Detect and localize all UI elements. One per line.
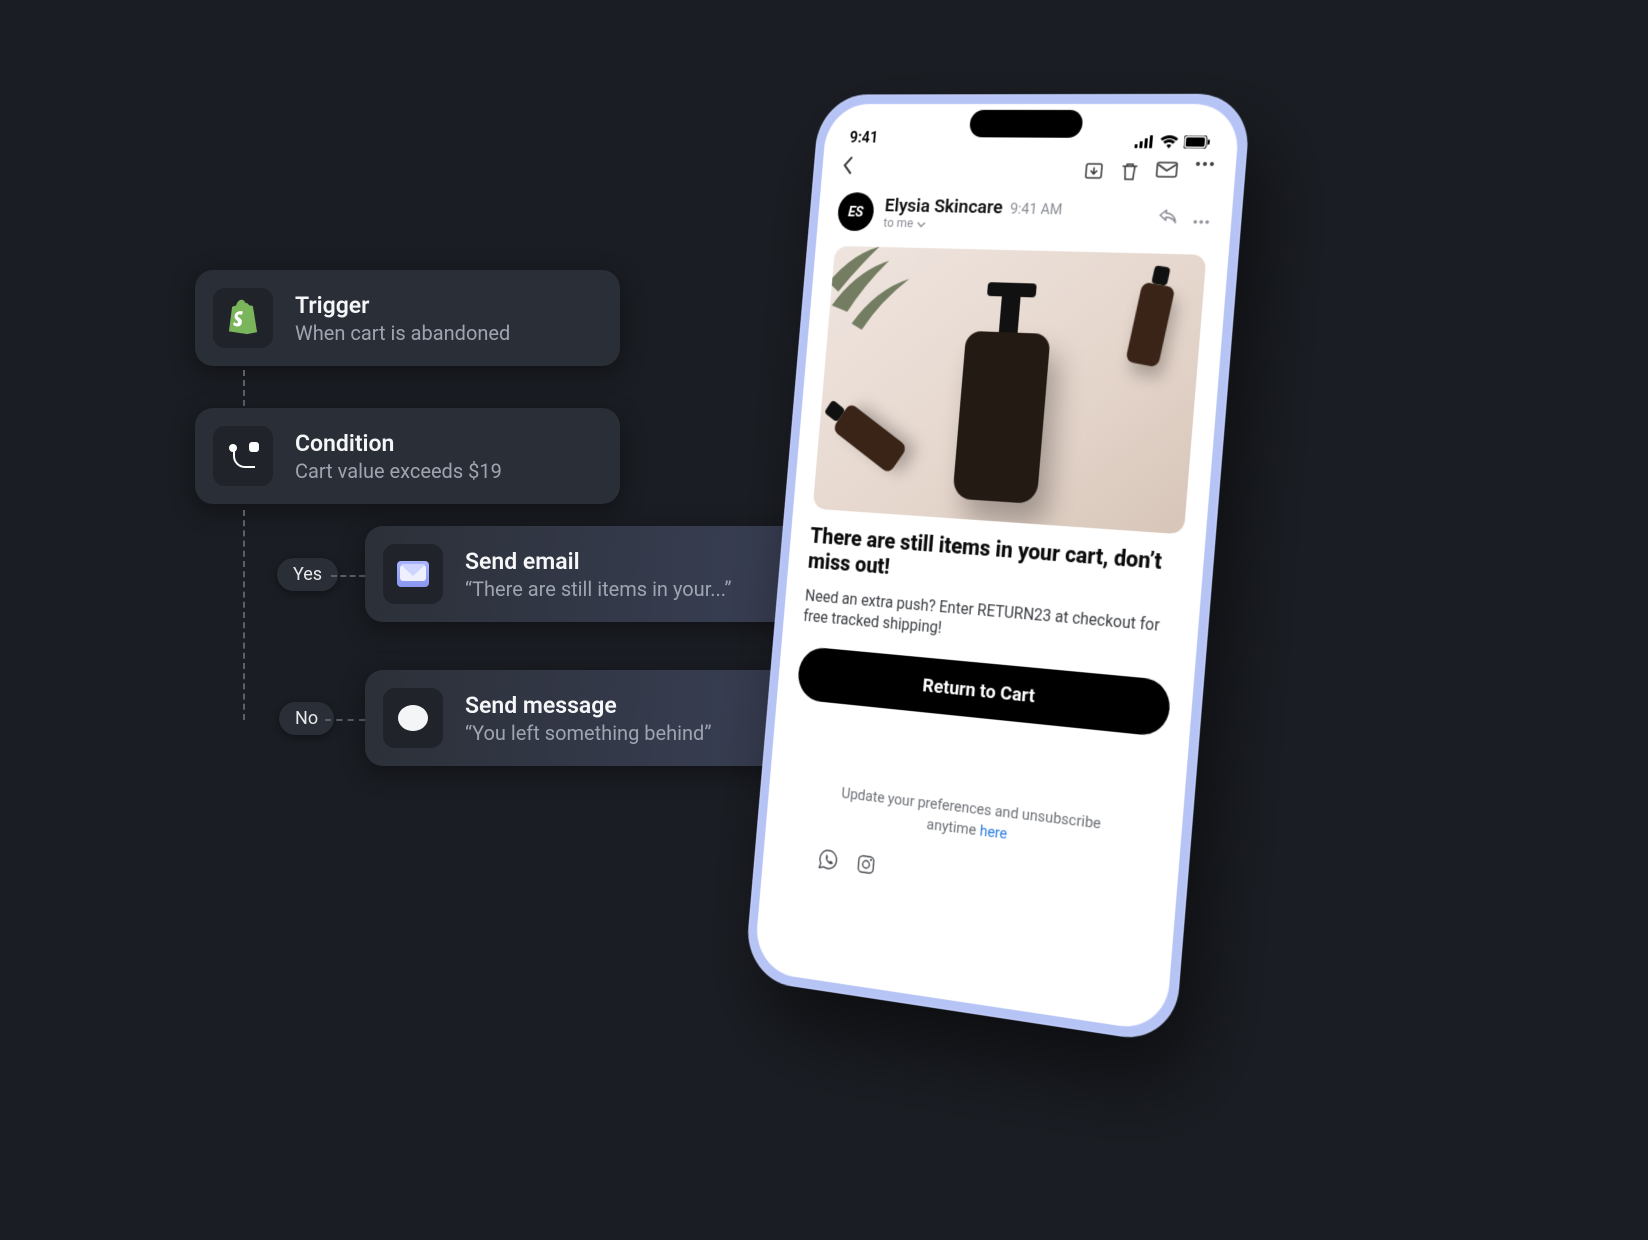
action-email-title: Send email [465, 548, 732, 575]
sender-name: Elysia Skincare [884, 194, 1004, 218]
email-body: There are still items in your cart, don’… [761, 240, 1229, 941]
product-bottle [952, 331, 1050, 504]
automation-flow: Trigger When cart is abandoned Condition… [195, 270, 620, 504]
action-message-sub: “You left something behind” [465, 721, 711, 745]
return-to-cart-button[interactable]: Return to Cart [796, 646, 1172, 737]
connector [325, 719, 365, 721]
connector [243, 510, 245, 720]
unsubscribe-link[interactable]: here [979, 821, 1008, 842]
flow-action-message-card[interactable]: Send message “You left something behind” [365, 670, 825, 766]
flow-condition-card[interactable]: Condition Cart value exceeds $19 [195, 408, 620, 504]
action-email-sub: “There are still items in your...” [465, 577, 732, 601]
branch-icon [213, 426, 273, 486]
status-icons [1134, 135, 1210, 149]
wifi-icon [1160, 135, 1179, 148]
chevron-down-icon [917, 221, 927, 227]
sender-time: 9:41 AM [1009, 200, 1063, 219]
more-icon[interactable] [1193, 207, 1211, 229]
trigger-title: Trigger [295, 292, 510, 319]
battery-icon [1183, 135, 1210, 148]
sender-row: ES Elysia Skincare 9:41 AM to me [816, 186, 1233, 249]
branch-yes-pill: Yes [277, 558, 338, 591]
back-icon[interactable] [841, 156, 854, 181]
product-vial [1125, 282, 1175, 368]
instagram-icon[interactable] [855, 852, 877, 880]
mail-icon[interactable] [1155, 161, 1178, 181]
product-vial [832, 403, 908, 475]
phone-frame: 9:41 [744, 94, 1252, 1045]
connector [331, 575, 365, 577]
signal-icon [1134, 135, 1155, 148]
chat-icon [383, 688, 443, 748]
flow-action-email-card[interactable]: Send email “There are still items in you… [365, 526, 825, 622]
shopify-icon [213, 288, 273, 348]
archive-icon[interactable] [1083, 161, 1104, 181]
phone-notch [969, 110, 1084, 138]
reply-icon[interactable] [1157, 207, 1178, 229]
footer-text: Update your preferences and unsubscribe … [841, 784, 1102, 839]
flow-trigger-card[interactable]: Trigger When cart is abandoned [195, 270, 620, 366]
email-hero-image [813, 246, 1207, 535]
condition-title: Condition [295, 430, 502, 457]
leaf-decoration [817, 246, 934, 356]
mail-icon [383, 544, 443, 604]
mail-toolbar [821, 150, 1237, 192]
phone-preview: 9:41 [744, 94, 1252, 1045]
more-icon[interactable] [1195, 162, 1215, 183]
phone-screen: 9:41 [753, 104, 1240, 1033]
trash-icon[interactable] [1120, 161, 1139, 181]
whatsapp-icon[interactable] [817, 848, 839, 876]
trigger-subtitle: When cart is abandoned [295, 321, 510, 345]
condition-subtitle: Cart value exceeds $19 [295, 459, 502, 483]
action-message-title: Send message [465, 692, 711, 719]
avatar[interactable]: ES [836, 192, 875, 231]
status-time: 9:41 [849, 128, 879, 146]
